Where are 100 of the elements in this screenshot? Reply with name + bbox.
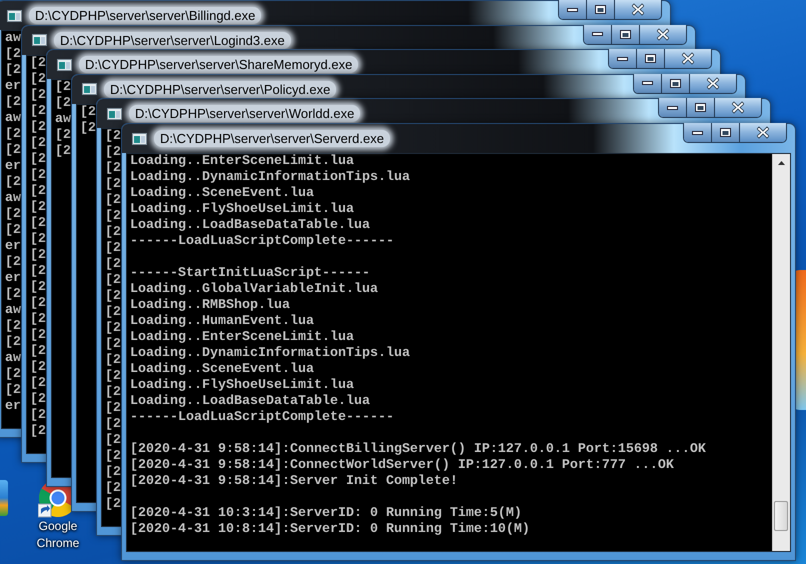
console-line: [2 [5, 367, 21, 383]
console-line: Loading..LoadBaseDataTable.lua [130, 394, 370, 410]
console-line: [2 [30, 264, 46, 280]
console-line: [2 [30, 424, 46, 440]
console-line: [2 [30, 248, 46, 264]
window-title: D:\CYDPHP\server\server\Serverd.exe [154, 130, 390, 147]
console-line: er [5, 239, 21, 255]
close-button[interactable] [715, 98, 761, 118]
minimize-button[interactable] [559, 0, 587, 19]
close-button[interactable] [740, 123, 786, 142]
minimize-button[interactable] [659, 98, 687, 118]
maximize-icon [670, 78, 681, 88]
console-line: ------StartInitLuaScript------ [130, 266, 370, 282]
console-line: [2 [5, 287, 21, 303]
console-line: [2 [30, 184, 46, 200]
console-line: aw [5, 303, 21, 319]
console-line: er [5, 159, 21, 175]
console-app-icon [107, 108, 122, 120]
minimize-button[interactable] [684, 123, 712, 142]
console-line: [2 [5, 127, 21, 143]
console-line: ------LoadLuaScriptComplete------ [130, 234, 394, 250]
console-line: [2 [105, 145, 121, 161]
console-line: [2 [105, 465, 121, 481]
maximize-button[interactable] [637, 49, 665, 68]
maximize-button[interactable] [612, 24, 640, 44]
console-line: aw [5, 111, 21, 127]
minimize-icon [642, 81, 653, 86]
console-line: Loading..HumanEvent.lua [130, 314, 314, 330]
console-line: er [5, 399, 21, 415]
console-line: [2 [30, 56, 46, 72]
console-line: [2020-4-31 9:58:14]:Server Init Complete! [130, 474, 458, 490]
console-line: Loading..EnterSceneLimit.lua [130, 330, 354, 346]
console-line: [2 [55, 80, 71, 96]
console-line: [2 [5, 95, 21, 111]
console-line: [2 [30, 88, 46, 104]
maximize-icon [645, 54, 656, 64]
console-line: [2 [5, 143, 21, 159]
desktop-icon-label[interactable]: Google Chrome [30, 518, 86, 552]
console-line: Loading..DynamicInformationTips.lua [130, 170, 410, 186]
maximize-button[interactable] [662, 74, 690, 93]
window-title: D:\CYDPHP\server\server\Policyd.exe [104, 80, 336, 98]
console-line: [2 [30, 392, 46, 408]
maximize-icon [620, 30, 631, 39]
console-line: [2 [5, 175, 21, 191]
scrollbar-thumb[interactable] [774, 501, 788, 531]
close-icon [632, 3, 644, 16]
console-line: [2020-4-31 10:8:14]:ServerID: 0 Running Time:10(M) [130, 522, 530, 538]
console-line: [2 [105, 321, 121, 337]
console-line: [2020-4-31 9:58:14]:ConnectBillingServer() IP:127.0.0.1 Port:15698 ...OK [130, 442, 706, 458]
console-line: [2 [105, 449, 121, 465]
close-button[interactable] [615, 0, 661, 19]
console-line: [2 [5, 223, 21, 239]
maximize-button[interactable] [687, 98, 715, 118]
maximize-button[interactable] [587, 0, 615, 19]
console-line: [2 [105, 385, 121, 401]
maximize-button[interactable] [712, 123, 740, 142]
console-line: Loading..GlobalVariableInit.lua [130, 282, 378, 298]
console-line: [2 [5, 319, 21, 335]
console-line: [2 [30, 104, 46, 120]
console-app-icon [7, 10, 22, 22]
console-line: [2 [105, 481, 121, 497]
console-line: [2 [105, 401, 121, 417]
close-button[interactable] [690, 74, 736, 93]
close-icon [732, 101, 744, 114]
maximize-icon [595, 5, 606, 14]
console-line: [2 [5, 335, 21, 351]
console-line: [2 [30, 232, 46, 248]
close-button[interactable] [665, 49, 711, 68]
console-line: Loading..FlyShoeUseLimit.lua [130, 202, 354, 218]
console-line: [2 [105, 497, 121, 514]
close-button[interactable] [640, 24, 686, 44]
console-line: [2 [105, 433, 121, 449]
console-line: [2 [30, 72, 46, 88]
window-title: D:\CYDPHP\server\server\ShareMemoryd.exe [79, 56, 358, 74]
console-line: [2 [5, 383, 21, 399]
minimize-button[interactable] [609, 49, 637, 68]
console-line: Loading..SceneEvent.lua [130, 186, 314, 202]
console-line: [2 [105, 241, 121, 257]
minimize-button[interactable] [634, 74, 662, 93]
console-line: Loading..LoadBaseDataTable.lua [130, 218, 370, 234]
scrollbar[interactable] [772, 154, 790, 551]
console-line: aw [5, 31, 21, 47]
close-icon [757, 126, 769, 139]
minimize-button[interactable] [584, 24, 612, 44]
console-line: Loading..FlyShoeUseLimit.lua [130, 378, 354, 394]
close-icon [707, 76, 719, 90]
console-line: [2 [30, 168, 46, 184]
minimize-icon [592, 32, 603, 36]
console-line: [2 [105, 273, 121, 289]
console-app-icon [132, 132, 147, 144]
console-line: [2 [30, 296, 46, 312]
console-line: aw [55, 112, 71, 128]
console-line: [2 [105, 177, 121, 193]
console-line: Loading..SceneEvent.lua [130, 362, 314, 378]
console-line: [2 [80, 120, 96, 137]
console-line: [2 [105, 289, 121, 305]
console-line: aw [5, 191, 21, 207]
maximize-icon [695, 103, 706, 112]
console-line: [2 [105, 161, 121, 177]
console-line: [2 [80, 104, 96, 121]
